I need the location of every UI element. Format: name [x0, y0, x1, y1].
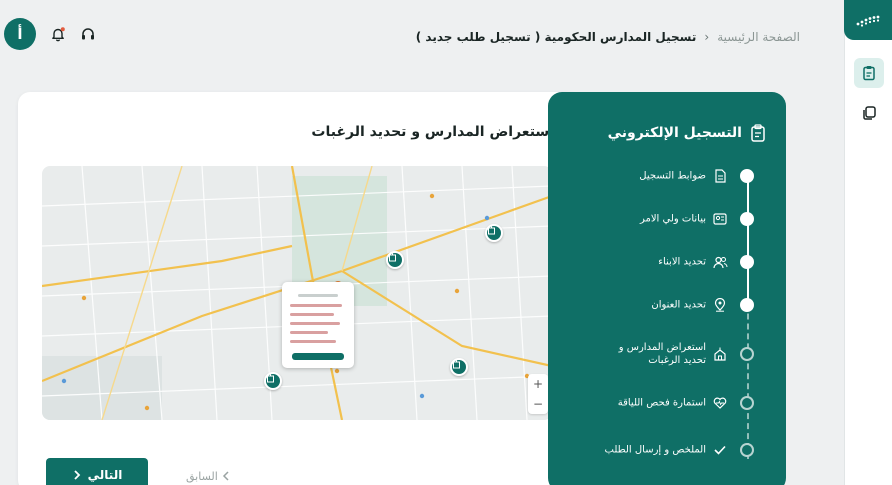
school-icon — [267, 374, 274, 383]
school-marker[interactable] — [386, 251, 404, 269]
step-select-children[interactable]: تحديد الابناء — [584, 242, 774, 282]
step-status-dot — [740, 443, 754, 457]
school-icon — [712, 346, 728, 362]
breadcrumb-home-link[interactable]: الصفحة الرئيسية — [717, 30, 800, 44]
previous-button[interactable]: السابق — [186, 466, 230, 485]
step-status-dot — [740, 298, 754, 312]
breadcrumb: الصفحة الرئيسية ‹ تسجيل المدارس الحكومية… — [416, 30, 800, 44]
previous-button-label: السابق — [186, 469, 218, 483]
step-summary-submit[interactable]: الملخص و إرسال الطلب — [584, 430, 774, 470]
document-icon — [712, 168, 728, 184]
popup-text-line — [290, 322, 340, 325]
clipboard-icon — [863, 66, 875, 81]
support-button[interactable] — [78, 24, 98, 44]
bell-icon — [52, 27, 65, 42]
step-label: بيانات ولي الامر — [639, 213, 706, 225]
zoom-control: + − — [528, 374, 548, 414]
zoom-in-button[interactable]: + — [528, 374, 548, 394]
school-icon — [389, 253, 396, 262]
popup-select-button[interactable] — [292, 353, 344, 360]
step-registration-rules[interactable]: ضوابط التسجيل — [584, 156, 774, 196]
users-icon — [712, 254, 728, 270]
check-icon — [712, 442, 728, 458]
heart-pulse-icon — [712, 395, 728, 411]
side-rail — [844, 0, 892, 485]
popup-text-line — [290, 340, 336, 343]
registration-stepper: التسجيل الإلكتروني ضوابط التسجيل بيانات … — [548, 92, 786, 485]
step-label: استعراض المدارس و تحديد الرغبات — [618, 342, 706, 366]
step-status-dot — [740, 169, 754, 183]
school-marker[interactable] — [264, 372, 282, 390]
stepper-title-text: التسجيل الإلكتروني — [607, 125, 742, 141]
next-button[interactable]: التالي — [46, 458, 148, 485]
step-browse-schools[interactable]: استعراض المدارس و تحديد الرغبات — [584, 334, 774, 374]
rail-registration-button[interactable] — [854, 58, 884, 88]
zoom-out-button[interactable]: − — [528, 394, 548, 414]
step-status-dot — [740, 347, 754, 361]
chevron-right-icon — [74, 470, 80, 480]
popup-text-line — [290, 331, 328, 334]
headset-icon — [82, 28, 94, 40]
step-status-dot — [740, 212, 754, 226]
step-status-dot — [740, 396, 754, 410]
popup-title-line — [298, 294, 338, 297]
school-info-popup — [282, 282, 354, 368]
id-card-icon — [712, 211, 728, 227]
step-status-dot — [740, 255, 754, 269]
popup-text-line — [290, 304, 342, 307]
step-select-address[interactable]: تحديد العنوان — [584, 285, 774, 325]
school-marker[interactable] — [485, 224, 503, 242]
page-title: استعراض المدارس و تحديد الرغبات — [311, 124, 554, 140]
chevron-left-icon: ‹ — [704, 30, 710, 44]
avatar[interactable]: أ — [4, 18, 36, 50]
location-icon — [712, 297, 728, 313]
app-logo[interactable] — [844, 0, 892, 40]
top-header: أ الصفحة الرئيسية ‹ تسجيل المدارس الحكوم… — [0, 0, 844, 74]
chevron-left-icon — [222, 471, 229, 481]
next-button-label: التالي — [87, 468, 123, 482]
step-label: ضوابط التسجيل — [639, 170, 706, 182]
school-marker[interactable] — [450, 358, 468, 376]
main-card: استعراض المدارس و تحديد الرغبات + − التا… — [18, 92, 580, 485]
schools-map[interactable]: + − — [42, 166, 552, 420]
popup-text-line — [290, 313, 334, 316]
stepper-title: التسجيل الإلكتروني — [608, 124, 766, 142]
breadcrumb-current: تسجيل المدارس الحكومية ( تسجيل طلب جديد … — [415, 30, 697, 44]
rail-requests-button[interactable] — [854, 98, 884, 128]
step-fitness-form[interactable]: استمارة فحص اللياقة — [584, 383, 774, 423]
notifications-button[interactable] — [48, 24, 68, 44]
step-guardian-info[interactable]: بيانات ولي الامر — [584, 199, 774, 239]
step-label: استمارة فحص اللياقة — [617, 397, 706, 409]
step-label: تحديد العنوان — [651, 299, 706, 311]
school-icon — [488, 226, 495, 235]
clipboard-icon — [751, 124, 765, 142]
step-label: تحديد الابناء — [658, 256, 706, 268]
school-icon — [453, 360, 460, 369]
copy-icon — [863, 106, 876, 120]
logo-dots-icon — [856, 15, 880, 27]
step-label: الملخص و إرسال الطلب — [604, 444, 706, 456]
